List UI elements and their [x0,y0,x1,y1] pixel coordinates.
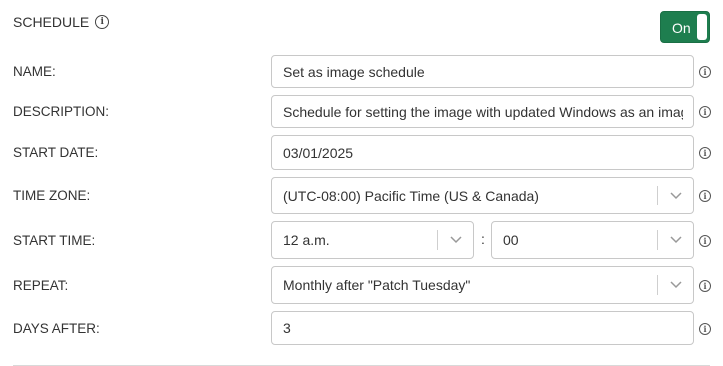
repeat-select[interactable]: Monthly after "Patch Tuesday" [271,266,694,304]
name-value: Set as image schedule [283,63,425,80]
info-icon[interactable]: i [699,66,711,78]
chevron-down-icon[interactable] [669,188,683,202]
chevron-down-icon[interactable] [449,232,463,246]
info-icon[interactable]: i [699,280,711,292]
start-time-minute-value: 00 [503,232,519,248]
start-date-value: 03/01/2025 [283,144,354,161]
description-label: DESCRIPTION: [13,104,110,119]
toggle-label: On [672,20,691,36]
info-icon[interactable]: i [699,106,711,118]
schedule-toggle[interactable]: On [660,11,710,43]
days-after-input[interactable]: 3 [271,311,694,345]
start-time-label: START TIME: [13,233,96,248]
repeat-value: Monthly after "Patch Tuesday" [283,277,471,293]
select-separator [657,275,658,295]
name-input[interactable]: Set as image schedule [271,55,694,88]
chevron-down-icon[interactable] [669,232,683,246]
time-separator: : [481,231,485,247]
section-title: SCHEDULE [13,14,90,30]
time-zone-select[interactable]: (UTC-08:00) Pacific Time (US & Canada) [271,177,694,214]
start-time-minute-select[interactable]: 00 [491,221,694,259]
select-separator [657,186,658,205]
select-separator [657,230,658,250]
start-date-label: START DATE: [13,145,99,160]
schedule-header: SCHEDULE i [13,11,110,33]
repeat-label: REPEAT: [13,278,69,293]
start-time-hour-select[interactable]: 12 a.m. [271,221,474,259]
info-icon[interactable]: i [699,190,711,202]
days-after-value: 3 [283,320,291,336]
start-time-hour-value: 12 a.m. [283,232,330,248]
days-after-label: DAYS AFTER: [13,321,100,336]
time-zone-value: (UTC-08:00) Pacific Time (US & Canada) [283,187,539,204]
start-date-input[interactable]: 03/01/2025 [271,135,694,170]
info-icon[interactable]: i [699,235,711,247]
info-icon[interactable]: i [95,15,110,29]
info-icon[interactable]: i [699,323,711,335]
info-icon[interactable]: i [699,147,711,159]
description-value: Schedule for setting the image with upda… [283,103,683,120]
select-separator [437,230,438,250]
chevron-down-icon[interactable] [669,277,683,291]
time-zone-label: TIME ZONE: [13,188,91,203]
toggle-knob[interactable] [697,14,707,40]
description-input[interactable]: Schedule for setting the image with upda… [271,95,694,128]
name-label: NAME: [13,64,56,79]
